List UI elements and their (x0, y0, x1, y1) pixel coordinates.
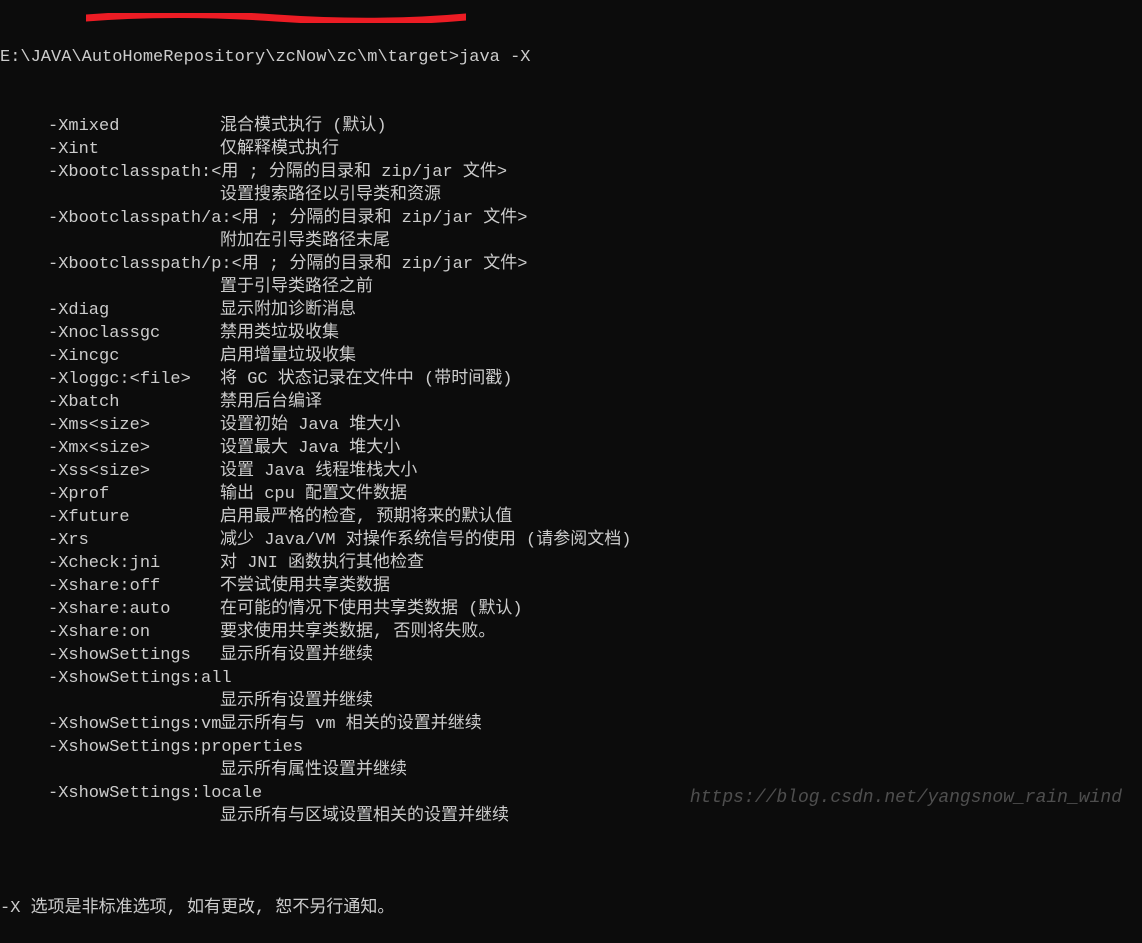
option-flag: -XshowSettings (48, 644, 220, 667)
option-flag: -Xbootclasspath: (48, 163, 211, 182)
footer-note: -X 选项是非标准选项, 如有更改, 恕不另行通知。 (0, 897, 1142, 920)
option-flag: -Xprof (48, 483, 220, 506)
option-cont: 附加在引导类路径末尾 (0, 230, 1142, 253)
option-desc: 禁用后台编译 (220, 391, 322, 414)
option-desc: 要求使用共享类数据, 否则将失败。 (220, 621, 495, 644)
option-desc: 对 JNI 函数执行其他检查 (220, 552, 424, 575)
option-flag: -Xfuture (48, 506, 220, 529)
option-row: -Xshare:on要求使用共享类数据, 否则将失败。 (0, 621, 1142, 644)
option-row: -Xprof输出 cpu 配置文件数据 (0, 483, 1142, 506)
option-flag: -Xint (48, 138, 220, 161)
option-arg: <用 ; 分隔的目录和 zip/jar 文件> (232, 209, 528, 228)
option-desc: 设置初始 Java 堆大小 (220, 414, 400, 437)
option-row: -XshowSettings显示所有设置并继续 (0, 644, 1142, 667)
option-row: -Xrs减少 Java/VM 对操作系统信号的使用 (请参阅文档) (0, 529, 1142, 552)
option-row: -XshowSettings:all (0, 667, 1142, 690)
option-cont: 设置搜索路径以引导类和资源 (0, 184, 1142, 207)
option-desc: 显示所有与 vm 相关的设置并继续 (220, 713, 482, 736)
option-row: -Xincgc启用增量垃圾收集 (0, 345, 1142, 368)
option-row: -Xmx<size>设置最大 Java 堆大小 (0, 437, 1142, 460)
option-cont: 显示所有属性设置并继续 (0, 759, 1142, 782)
option-row: -Xshare:auto在可能的情况下使用共享类数据 (默认) (0, 598, 1142, 621)
option-row: -Xbatch禁用后台编译 (0, 391, 1142, 414)
option-row: -Xshare:off不尝试使用共享类数据 (0, 575, 1142, 598)
option-desc: 在可能的情况下使用共享类数据 (默认) (220, 598, 523, 621)
option-desc: 显示所有设置并继续 (220, 644, 373, 667)
option-flag: -Xshare:off (48, 575, 220, 598)
option-arg: <用 ; 分隔的目录和 zip/jar 文件> (232, 255, 528, 274)
option-desc: 减少 Java/VM 对操作系统信号的使用 (请参阅文档) (220, 529, 631, 552)
option-desc: 设置 Java 线程堆栈大小 (220, 460, 417, 483)
option-desc: 将 GC 状态记录在文件中 (带时间戳) (220, 368, 512, 391)
option-desc: 不尝试使用共享类数据 (220, 575, 390, 598)
option-cont: 置于引导类路径之前 (0, 276, 1142, 299)
option-flag: -Xbootclasspath/p: (48, 255, 232, 274)
option-row: -Xbootclasspath/p:<用 ; 分隔的目录和 zip/jar 文件… (0, 253, 1142, 276)
option-desc: 禁用类垃圾收集 (220, 322, 339, 345)
option-row: -Xmixed混合模式执行 (默认) (0, 115, 1142, 138)
option-desc: 输出 cpu 配置文件数据 (220, 483, 407, 506)
option-row: -XshowSettings:properties (0, 736, 1142, 759)
option-row: -Xnoclassgc禁用类垃圾收集 (0, 322, 1142, 345)
option-flag: -Xbootclasspath/a: (48, 209, 232, 228)
option-flag: -Xcheck:jni (48, 552, 220, 575)
option-row: -Xint仅解释模式执行 (0, 138, 1142, 161)
watermark-text: https://blog.csdn.net/yangsnow_rain_wind (690, 787, 1122, 810)
option-cont: 显示所有设置并继续 (0, 690, 1142, 713)
option-row: -Xbootclasspath:<用 ; 分隔的目录和 zip/jar 文件> (0, 161, 1142, 184)
option-row: -Xss<size>设置 Java 线程堆栈大小 (0, 460, 1142, 483)
option-row: -Xcheck:jni对 JNI 函数执行其他检查 (0, 552, 1142, 575)
option-flag: -Xshare:auto (48, 598, 220, 621)
option-flag: -Xnoclassgc (48, 322, 220, 345)
option-row: -Xdiag显示附加诊断消息 (0, 299, 1142, 322)
option-desc: 设置最大 Java 堆大小 (220, 437, 400, 460)
option-desc: 启用增量垃圾收集 (220, 345, 356, 368)
option-flag: -Xdiag (48, 299, 220, 322)
option-flag: -Xmixed (48, 115, 220, 138)
option-row: -XshowSettings:vm显示所有与 vm 相关的设置并继续 (0, 713, 1142, 736)
option-desc: 混合模式执行 (默认) (220, 115, 387, 138)
command-prompt-line: E:\JAVA\AutoHomeRepository\zcNow\zc\m\ta… (0, 46, 1142, 69)
option-flag: -Xincgc (48, 345, 220, 368)
option-flag: -Xmx<size> (48, 437, 220, 460)
option-desc: 启用最严格的检查, 预期将来的默认值 (220, 506, 512, 529)
option-desc: 显示附加诊断消息 (220, 299, 356, 322)
option-flag: -Xrs (48, 529, 220, 552)
option-row: -Xfuture启用最严格的检查, 预期将来的默认值 (0, 506, 1142, 529)
option-flag: -Xss<size> (48, 460, 220, 483)
option-flag: -Xbatch (48, 391, 220, 414)
option-flag: -Xshare:on (48, 621, 220, 644)
option-flag: -Xloggc:<file> (48, 368, 220, 391)
option-flag: -Xms<size> (48, 414, 220, 437)
option-row: -Xbootclasspath/a:<用 ; 分隔的目录和 zip/jar 文件… (0, 207, 1142, 230)
option-row: -Xms<size>设置初始 Java 堆大小 (0, 414, 1142, 437)
option-arg: <用 ; 分隔的目录和 zip/jar 文件> (211, 163, 507, 182)
option-row: -Xloggc:<file>将 GC 状态记录在文件中 (带时间戳) (0, 368, 1142, 391)
option-flag: -XshowSettings:vm (48, 713, 220, 736)
option-desc: 仅解释模式执行 (220, 138, 339, 161)
